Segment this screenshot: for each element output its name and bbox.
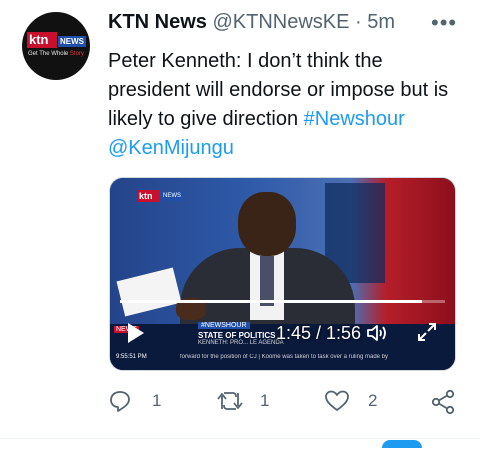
compose-button-edge[interactable] <box>382 440 422 448</box>
lower-third-tag: #NEWSHOUR <box>198 322 250 329</box>
avatar-logo-text: ktn <box>29 32 49 47</box>
lower-third-headline: STATE OF POLITICS <box>198 331 276 340</box>
video-player[interactable]: ktn NEWS NEWS #NEWSHOUR STATE OF POLITIC… <box>109 177 456 371</box>
tweet-timestamp[interactable]: 5m <box>367 11 395 33</box>
tweet-actions: 1 1 2 <box>108 387 468 417</box>
video-progress-fill <box>120 300 423 303</box>
video-logo-badge: NEWS <box>161 192 183 201</box>
video-logo-text: ktn <box>139 191 153 201</box>
lower-third-subline: KENNETH: PRO... LE AGENDA <box>198 340 284 346</box>
mention-link[interactable]: @KenMijungu <box>108 137 234 159</box>
retweet-count: 1 <box>260 391 270 410</box>
lower-third-clock: 9:55:51 PM <box>116 354 147 360</box>
tweet-text: Peter Kenneth: I don’t think the preside… <box>108 47 468 163</box>
fullscreen-icon[interactable] <box>416 321 438 343</box>
author-name[interactable]: KTN News <box>108 11 207 33</box>
heart-icon <box>325 390 349 411</box>
video-progress-bar[interactable] <box>120 300 445 303</box>
separator-dot: · <box>355 11 362 33</box>
volume-icon[interactable] <box>366 323 388 343</box>
avatar[interactable]: ktn NEWS Get The Whole Story <box>22 12 90 80</box>
more-horizontal-icon[interactable]: ••• <box>431 11 457 35</box>
retweet-icon <box>217 392 243 410</box>
avatar-logo-badge: NEWS <box>58 36 86 47</box>
avatar-tagline: Get The Whole Story <box>28 51 84 57</box>
hashtag-link[interactable]: #Newshour <box>304 108 405 130</box>
author-handle[interactable]: @KTNNewsKE <box>212 11 349 33</box>
lower-third-ticker: forward for the position of CJ | Koome w… <box>180 354 388 360</box>
share-icon <box>431 389 455 415</box>
like-count: 2 <box>368 391 378 410</box>
video-time: 1:45 / 1:56 <box>276 323 362 343</box>
reply-count: 1 <box>152 391 162 410</box>
play-icon[interactable] <box>128 323 144 343</box>
tweet-header: KTN News @KTNNewsKE · 5m <box>108 11 395 35</box>
reply-icon <box>110 391 130 412</box>
